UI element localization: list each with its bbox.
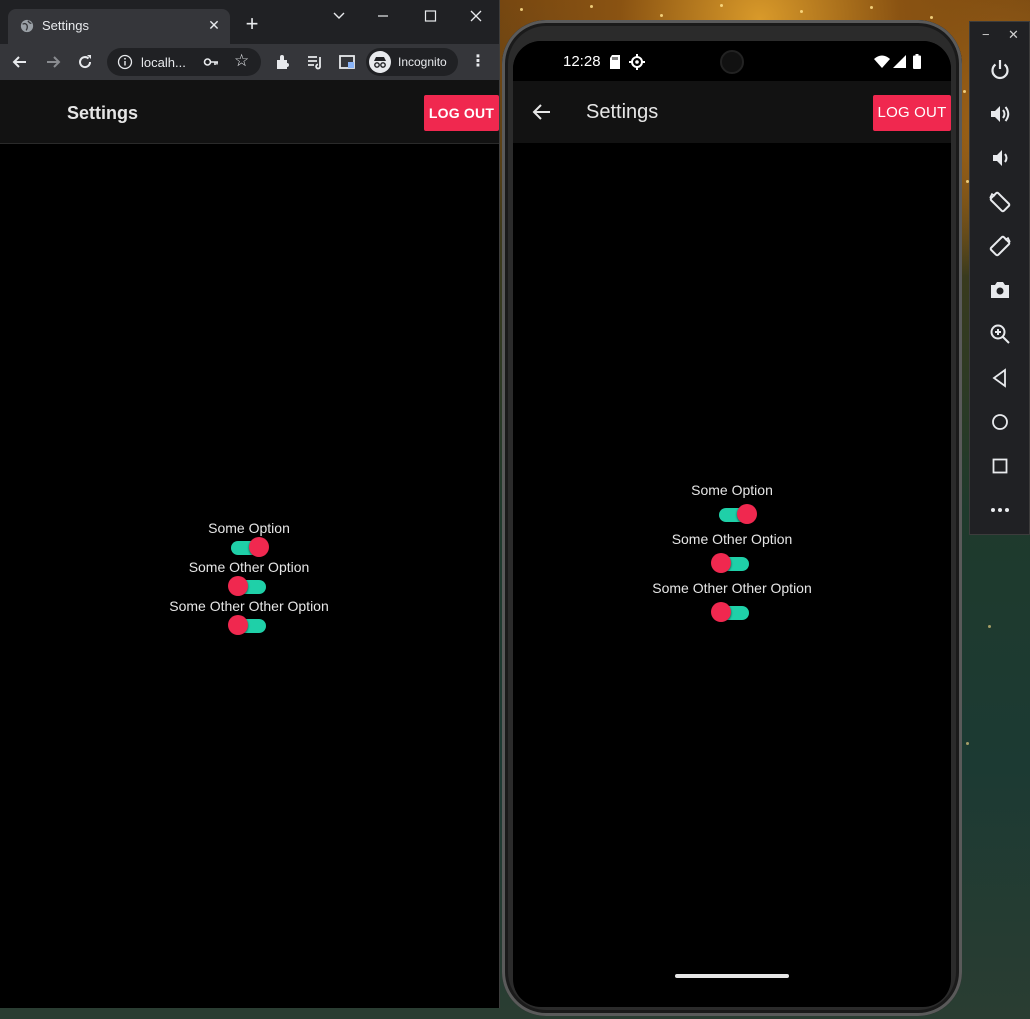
gesture-home-bar[interactable] <box>675 974 789 978</box>
volume-down-icon[interactable] <box>988 146 1012 170</box>
browser-toolbar: localh... ☆ Incognito ⋮ <box>0 44 499 80</box>
overview-icon[interactable] <box>988 454 1012 478</box>
option-label: Some Other Option <box>188 559 310 575</box>
browser-tab[interactable]: Settings ✕ <box>8 9 230 44</box>
tab-title: Settings <box>42 18 89 33</box>
back-icon[interactable] <box>988 366 1012 390</box>
extensions-icon[interactable] <box>273 52 293 72</box>
side-panel-icon[interactable] <box>337 52 357 72</box>
wallpaper-sparkle <box>590 5 593 8</box>
web-app-bar: Settings LOG OUT <box>0 80 499 144</box>
rotate-left-icon[interactable] <box>988 190 1012 214</box>
camera-icon[interactable] <box>988 278 1012 302</box>
wallpaper-sparkle <box>988 625 991 628</box>
sd-card-icon <box>610 55 620 69</box>
wallpaper-sparkle <box>870 6 873 9</box>
option-toggle[interactable] <box>228 575 268 597</box>
minimize-icon[interactable]: − <box>982 27 990 42</box>
phone-frame: 12:28 Settings LOG OUT Some Option Some … <box>502 20 962 1016</box>
phone-screen: 12:28 Settings LOG OUT Some Option Some … <box>513 41 951 1007</box>
incognito-profile-button[interactable]: Incognito <box>366 48 458 76</box>
zoom-icon[interactable] <box>988 322 1012 346</box>
option-toggle[interactable] <box>711 601 751 623</box>
browser-titlebar: Settings ✕ + <box>0 0 499 44</box>
media-control-icon[interactable] <box>305 52 325 72</box>
option-label: Some Option <box>691 482 773 498</box>
incognito-label: Incognito <box>398 55 447 69</box>
status-bar: 12:28 <box>513 41 951 81</box>
toggle-thumb <box>737 504 757 524</box>
address-bar[interactable]: localh... ☆ <box>107 48 261 76</box>
emulator-toolbar: − ✕ <box>969 21 1030 535</box>
page-title: Settings <box>67 103 139 123</box>
more-icon[interactable] <box>988 498 1012 522</box>
close-window-icon[interactable] <box>465 6 487 26</box>
rotate-right-icon[interactable] <box>988 234 1012 258</box>
bookmark-star-icon[interactable]: ☆ <box>234 51 249 71</box>
logout-button[interactable]: LOG OUT <box>873 95 951 131</box>
wallpaper-sparkle <box>930 16 933 19</box>
chevron-down-icon[interactable] <box>328 6 350 26</box>
back-arrow-icon[interactable] <box>532 102 552 122</box>
option-label: Some Other Other Option <box>169 598 329 614</box>
option-toggle[interactable] <box>229 536 269 558</box>
reload-icon[interactable] <box>75 52 95 72</box>
wallpaper-sparkle <box>963 90 966 93</box>
maximize-icon[interactable] <box>419 6 441 26</box>
settings-gear-icon <box>629 54 645 70</box>
power-icon[interactable] <box>988 58 1012 82</box>
new-tab-button[interactable]: + <box>242 13 262 35</box>
wallpaper-sparkle <box>720 4 723 7</box>
close-icon[interactable]: ✕ <box>1008 27 1019 43</box>
close-icon[interactable]: ✕ <box>206 17 222 33</box>
page-title: Settings <box>586 101 659 123</box>
option-label: Some Other Other Option <box>652 580 812 596</box>
wallpaper-sparkle <box>660 14 663 17</box>
info-icon[interactable] <box>117 54 133 70</box>
toggle-thumb <box>228 576 248 596</box>
logout-button[interactable]: LOG OUT <box>424 95 499 131</box>
minimize-icon[interactable] <box>372 6 394 26</box>
option-label: Some Other Option <box>671 531 793 547</box>
toggle-thumb <box>711 553 731 573</box>
phone-app-bar: Settings LOG OUT <box>513 81 951 143</box>
option-toggle[interactable] <box>228 614 268 636</box>
home-icon[interactable] <box>988 410 1012 434</box>
wallpaper-sparkle <box>800 10 803 13</box>
status-time: 12:28 <box>563 53 601 70</box>
kebab-menu-icon[interactable]: ⋮ <box>470 51 486 71</box>
option-toggle[interactable] <box>717 503 757 525</box>
toggle-thumb <box>711 602 731 622</box>
wallpaper-sparkle <box>520 8 523 11</box>
front-camera <box>720 50 744 74</box>
url-text: localh... <box>141 55 186 70</box>
globe-icon <box>20 19 34 33</box>
volume-up-icon[interactable] <box>988 102 1012 126</box>
battery-icon <box>913 54 921 69</box>
incognito-icon <box>369 51 391 73</box>
browser-window: Settings ✕ + localh... ☆ Incognito ⋮ Set… <box>0 0 500 1008</box>
wifi-icon <box>874 55 890 68</box>
toggle-thumb <box>249 537 269 557</box>
option-label: Some Option <box>208 520 290 536</box>
key-icon[interactable] <box>203 55 219 69</box>
wallpaper-sparkle <box>966 742 969 745</box>
signal-icon <box>893 55 906 68</box>
toggle-thumb <box>228 615 248 635</box>
back-arrow-icon[interactable] <box>10 52 30 72</box>
forward-arrow-icon[interactable] <box>43 52 63 72</box>
option-toggle[interactable] <box>711 552 751 574</box>
